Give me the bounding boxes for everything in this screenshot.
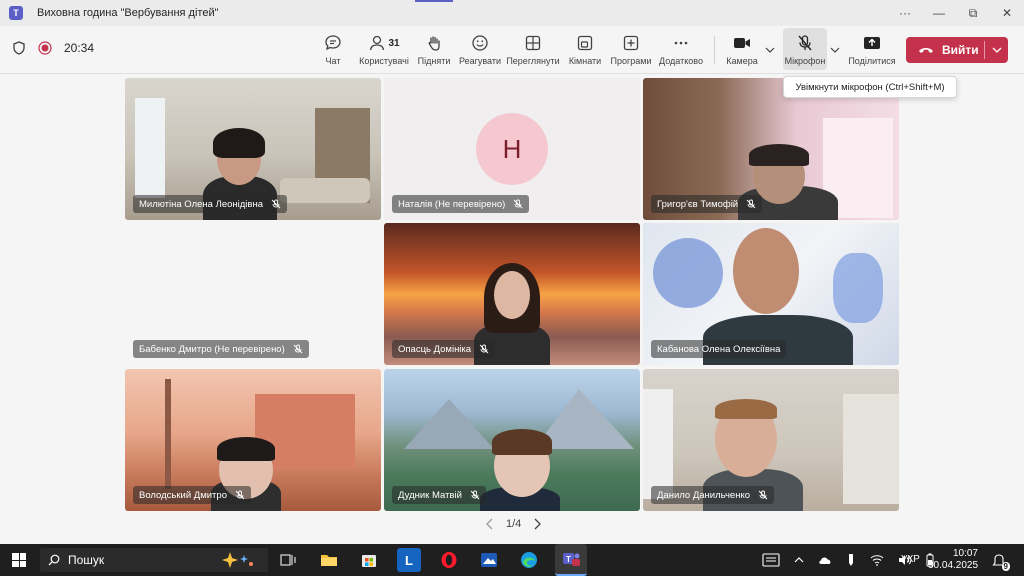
mic-tooltip: Увімкнути мікрофон (Ctrl+Shift+M) (783, 76, 957, 98)
video-tile[interactable]: Опасць Домініка (384, 223, 640, 365)
minimize-button[interactable]: — (922, 0, 956, 26)
meeting-toolbar: 20:34 Чат 31 Користувачі Підняти Реагува… (0, 26, 1024, 74)
hang-up-icon (919, 48, 933, 53)
camera-button[interactable]: Камера (712, 33, 772, 66)
cloud-icon[interactable] (818, 555, 832, 565)
title-accent (415, 0, 453, 2)
pen-icon[interactable] (846, 553, 856, 567)
smile-icon (472, 35, 488, 51)
windows-start-icon[interactable] (12, 553, 26, 567)
rooms-icon (577, 35, 593, 51)
camera-icon (734, 38, 750, 48)
participant-name: Володський Дмитро (139, 489, 227, 501)
video-tile-speaking[interactable]: Кабанова Олена Олексіївна (643, 223, 899, 365)
page-indicator: 1/4 (506, 518, 522, 530)
camera-options-chevron-icon[interactable] (765, 46, 775, 54)
microphone-button[interactable]: Мікрофон (775, 33, 835, 66)
teams-taskbar-icon[interactable]: T (555, 544, 587, 576)
leave-button[interactable]: Вийти (906, 37, 1008, 63)
video-tile[interactable]: Данило Данильченко (643, 369, 899, 511)
add-app-icon (623, 35, 639, 51)
copilot-sparkle-icon (222, 552, 253, 568)
leave-options-chevron-icon[interactable] (992, 46, 1002, 54)
notifications-bell-icon[interactable]: 9 (990, 552, 1010, 571)
video-tile[interactable]: Н Наталія (Не перевірено) (384, 78, 640, 220)
participants-count: 31 (388, 37, 400, 49)
mic-muted-icon (798, 35, 812, 51)
participant-name: Бабенко Дмитро (Не перевірено) (139, 343, 285, 355)
more-icon (674, 41, 688, 45)
participant-name: Данило Данильченко (657, 489, 750, 501)
title-bar: T Виховна година "Вербування дітей" ··· … (0, 0, 1024, 26)
news-widget-icon[interactable] (762, 553, 780, 567)
share-button[interactable]: Поділитися (842, 33, 902, 66)
teams-logo-icon: T (9, 6, 23, 20)
close-button[interactable]: ✕ (990, 0, 1024, 26)
mic-muted-icon (513, 199, 523, 209)
wifi-icon[interactable] (870, 554, 884, 566)
mic-muted-icon (293, 344, 303, 354)
chat-icon (325, 35, 341, 51)
chevron-right-icon[interactable] (533, 518, 542, 530)
mic-muted-icon (271, 199, 281, 209)
taskbar-clock[interactable]: 10:07 30.04.2025 (928, 548, 978, 572)
mic-muted-icon (470, 490, 480, 500)
svg-text:T: T (566, 555, 571, 564)
windows-taskbar: Пошук L T УКР 10:07 30.04.2025 9 (0, 544, 1024, 576)
video-tile[interactable]: Григор'єв Тимофій (643, 78, 899, 220)
notification-count: 9 (1001, 562, 1010, 571)
raise-hand-icon (428, 36, 440, 51)
window-title: Виховна година "Вербування дітей" (37, 7, 219, 19)
participant-name: Опасць Домініка (398, 343, 472, 355)
react-button[interactable]: Реагувати (450, 33, 510, 66)
meeting-timer: 20:34 (64, 41, 95, 55)
image-app-icon[interactable] (477, 548, 501, 572)
l-app-icon[interactable]: L (397, 548, 421, 572)
participant-name: Дудник Матвій (398, 489, 462, 501)
search-icon (48, 554, 60, 566)
recording-icon (38, 41, 52, 55)
more-options-icon[interactable]: ··· (888, 0, 922, 26)
mic-muted-icon (479, 344, 489, 354)
task-view-icon[interactable] (276, 548, 300, 572)
mic-muted-icon (758, 490, 768, 500)
shield-icon[interactable] (12, 41, 26, 55)
chevron-up-icon[interactable] (794, 556, 804, 564)
participant-name: Григор'єв Тимофій (657, 198, 739, 210)
share-icon (864, 37, 880, 49)
gallery-pager: 1/4 (486, 518, 542, 530)
avatar: Н (476, 113, 548, 185)
video-tile[interactable]: Дудник Матвій (384, 369, 640, 511)
mic-muted-icon (746, 199, 756, 209)
restore-button[interactable]: ⧉ (956, 0, 990, 26)
participant-name: Милютіна Олена Леонідівна (139, 198, 263, 210)
mic-muted-icon (235, 490, 245, 500)
video-tile[interactable]: Володський Дмитро (125, 369, 381, 511)
mic-options-chevron-icon[interactable] (830, 46, 840, 54)
people-icon (370, 35, 385, 51)
more-button[interactable]: Додатково (651, 33, 711, 66)
taskbar-search[interactable]: Пошук (40, 548, 268, 572)
video-tile[interactable]: Бабенко Дмитро (Не перевірено) (125, 223, 381, 365)
view-button[interactable]: Переглянути (503, 33, 563, 66)
participant-name: Наталія (Не перевірено) (398, 198, 506, 210)
file-explorer-icon[interactable] (317, 548, 341, 572)
chevron-left-icon[interactable] (486, 518, 494, 530)
microsoft-store-icon[interactable] (357, 548, 381, 572)
input-language[interactable]: УКР (901, 554, 920, 565)
edge-icon[interactable] (517, 548, 541, 572)
opera-icon[interactable] (437, 548, 461, 572)
video-tile[interactable]: Милютіна Олена Леонідівна (125, 78, 381, 220)
participant-name: Кабанова Олена Олексіївна (657, 343, 781, 355)
grid-view-icon (525, 35, 541, 51)
